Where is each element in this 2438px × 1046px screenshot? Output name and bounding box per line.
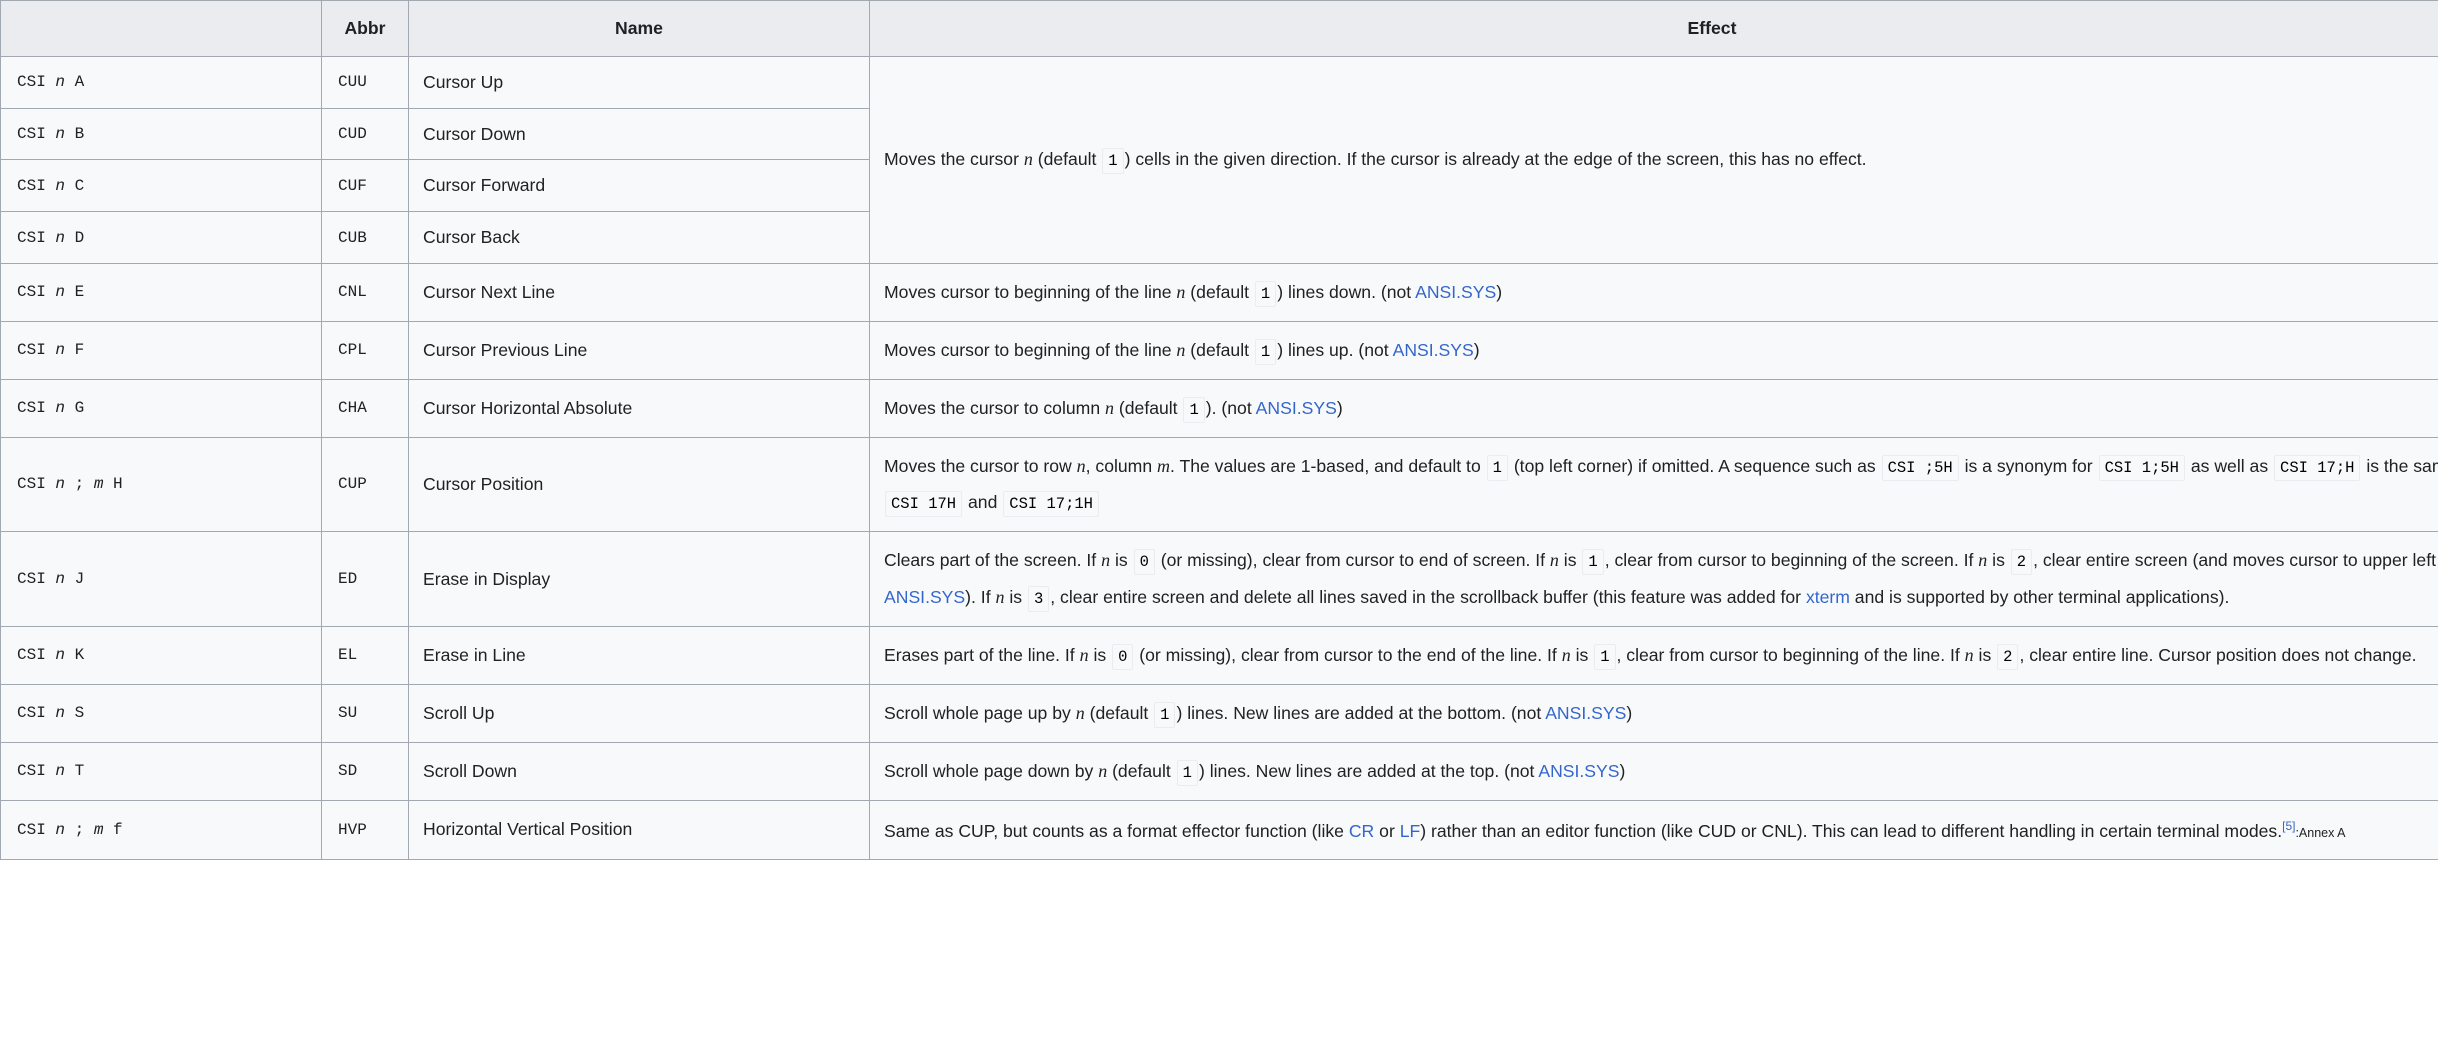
code-literal: 0 [1112,644,1134,671]
cell-sequence: CSI n E [0,262,322,322]
cell-sequence: CSI n J [0,531,322,628]
code-literal: CSI 17H [885,491,963,518]
column-header-abbr: Abbr [321,0,409,57]
table-row: CSI n ; m f HVP Horizontal Vertical Posi… [0,799,2438,860]
cell-abbr: EL [321,626,409,685]
cell-abbr: ED [321,531,409,628]
link-ansi-sys[interactable]: ANSI.SYS [1545,703,1626,723]
code-literal: 1 [1254,338,1277,365]
cell-effect-cnl: Moves cursor to beginning of the line n … [869,262,2438,322]
cell-effect-su: Scroll whole page up by n (default 1) li… [869,683,2438,743]
cell-abbr: CNL [321,262,409,322]
code-literal: CSI 17;1H [1003,491,1099,518]
cell-sequence: CSI n G [0,378,322,438]
cell-sequence: CSI n T [0,741,322,801]
cell-name: Cursor Up [408,55,870,109]
code-literal: 1 [1594,644,1616,671]
link-ansi-sys[interactable]: ANSI.SYS [884,587,965,607]
cell-sequence: CSI n F [0,320,322,380]
cell-name: Erase in Display [408,531,870,628]
code-literal: 1 [1102,148,1124,175]
cell-abbr: CUD [321,107,409,161]
code-literal: CSI 1;5H [2098,454,2185,481]
code-literal: 1 [1183,396,1205,423]
cell-name: Scroll Down [408,741,870,801]
table-row: CSI n G CHA Cursor Horizontal Absolute M… [0,378,2438,438]
cell-effect-ed: Clears part of the screen. If n is 0 (or… [869,531,2438,628]
cell-abbr: CPL [321,320,409,380]
cell-sequence: CSI n B [0,107,322,161]
code-literal: 2 [2010,549,2033,576]
cell-name: Cursor Position [408,436,870,533]
cell-name: Scroll Up [408,683,870,743]
code-literal: 1 [1254,280,1277,307]
link-ansi-sys[interactable]: ANSI.SYS [1256,398,1337,418]
link-ansi-sys[interactable]: ANSI.SYS [1393,340,1474,360]
table-row: CSI n S SU Scroll Up Scroll whole page u… [0,683,2438,743]
cell-sequence: CSI n K [0,626,322,685]
ansi-escape-codes-table: Abbr Name Effect CSI n A CUU Cursor Up M… [0,0,2438,860]
cell-abbr: CUF [321,159,409,213]
link-cr[interactable]: CR [1349,821,1374,841]
cell-effect-sd: Scroll whole page down by n (default 1) … [869,741,2438,801]
table-row: CSI n F CPL Cursor Previous Line Moves c… [0,320,2438,380]
cell-abbr: CUB [321,211,409,264]
link-lf[interactable]: LF [1400,821,1421,841]
cell-sequence: CSI n C [0,159,322,213]
cell-sequence: CSI n S [0,683,322,743]
link-xterm[interactable]: xterm [1806,587,1850,607]
table-row: CSI n E CNL Cursor Next Line Moves curso… [0,262,2438,322]
cell-effect-hvp: Same as CUP, but counts as a format effe… [869,799,2438,860]
cell-abbr: CHA [321,378,409,438]
table-row: CSI n ; m H CUP Cursor Position Moves th… [0,436,2438,533]
code-literal: 1 [1582,549,1604,576]
cell-abbr: CUU [321,55,409,109]
cell-abbr: CUP [321,436,409,533]
cell-name: Cursor Next Line [408,262,870,322]
cell-name: Cursor Down [408,107,870,161]
link-ansi-sys[interactable]: ANSI.SYS [1538,761,1619,781]
cell-abbr: SD [321,741,409,801]
cell-sequence: CSI n D [0,211,322,264]
code-literal: 1 [1154,701,1176,728]
table-row: CSI n J ED Erase in Display Clears part … [0,531,2438,628]
column-header-effect: Effect [869,0,2438,57]
code-literal: CSI ;5H [1881,454,1959,481]
cell-abbr: HVP [321,799,409,860]
code-literal: 1 [1486,454,1508,481]
cell-effect-cpl: Moves cursor to beginning of the line n … [869,320,2438,380]
cell-name: Cursor Forward [408,159,870,213]
cell-name: Erase in Line [408,626,870,685]
reference-link[interactable]: [5] [2282,819,2295,833]
cell-name: Cursor Previous Line [408,320,870,380]
table-row: CSI n T SD Scroll Down Scroll whole page… [0,741,2438,801]
table-header-row: Abbr Name Effect [0,0,2438,57]
code-literal: 0 [1133,549,1155,576]
code-literal: 2 [1997,644,2019,671]
column-header-name: Name [408,0,870,57]
table-row: CSI n K EL Erase in Line Erases part of … [0,626,2438,685]
column-header-sequence [0,0,322,57]
cell-abbr: SU [321,683,409,743]
code-literal: 1 [1176,759,1198,786]
reference-suffix: :Annex A [2295,825,2346,840]
cell-sequence: CSI n ; m f [0,799,322,860]
cell-name: Horizontal Vertical Position [408,799,870,860]
cell-effect-cha: Moves the cursor to column n (default 1)… [869,378,2438,438]
cell-sequence: CSI n ; m H [0,436,322,533]
cell-sequence: CSI n A [0,55,322,109]
cell-effect-move-cursor: Moves the cursor n (default 1) cells in … [869,55,2438,264]
cell-effect-cup: Moves the cursor to row n, column m. The… [869,436,2438,533]
cell-effect-el: Erases part of the line. If n is 0 (or m… [869,626,2438,685]
cell-name: Cursor Back [408,211,870,264]
link-ansi-sys[interactable]: ANSI.SYS [1415,282,1496,302]
table-row: CSI n A CUU Cursor Up Moves the cursor n… [0,55,2438,264]
code-literal: 3 [1027,586,1050,613]
reference-marker[interactable]: [5] [2282,818,2295,834]
code-literal: CSI 17;H [2274,454,2361,481]
cell-name: Cursor Horizontal Absolute [408,378,870,438]
